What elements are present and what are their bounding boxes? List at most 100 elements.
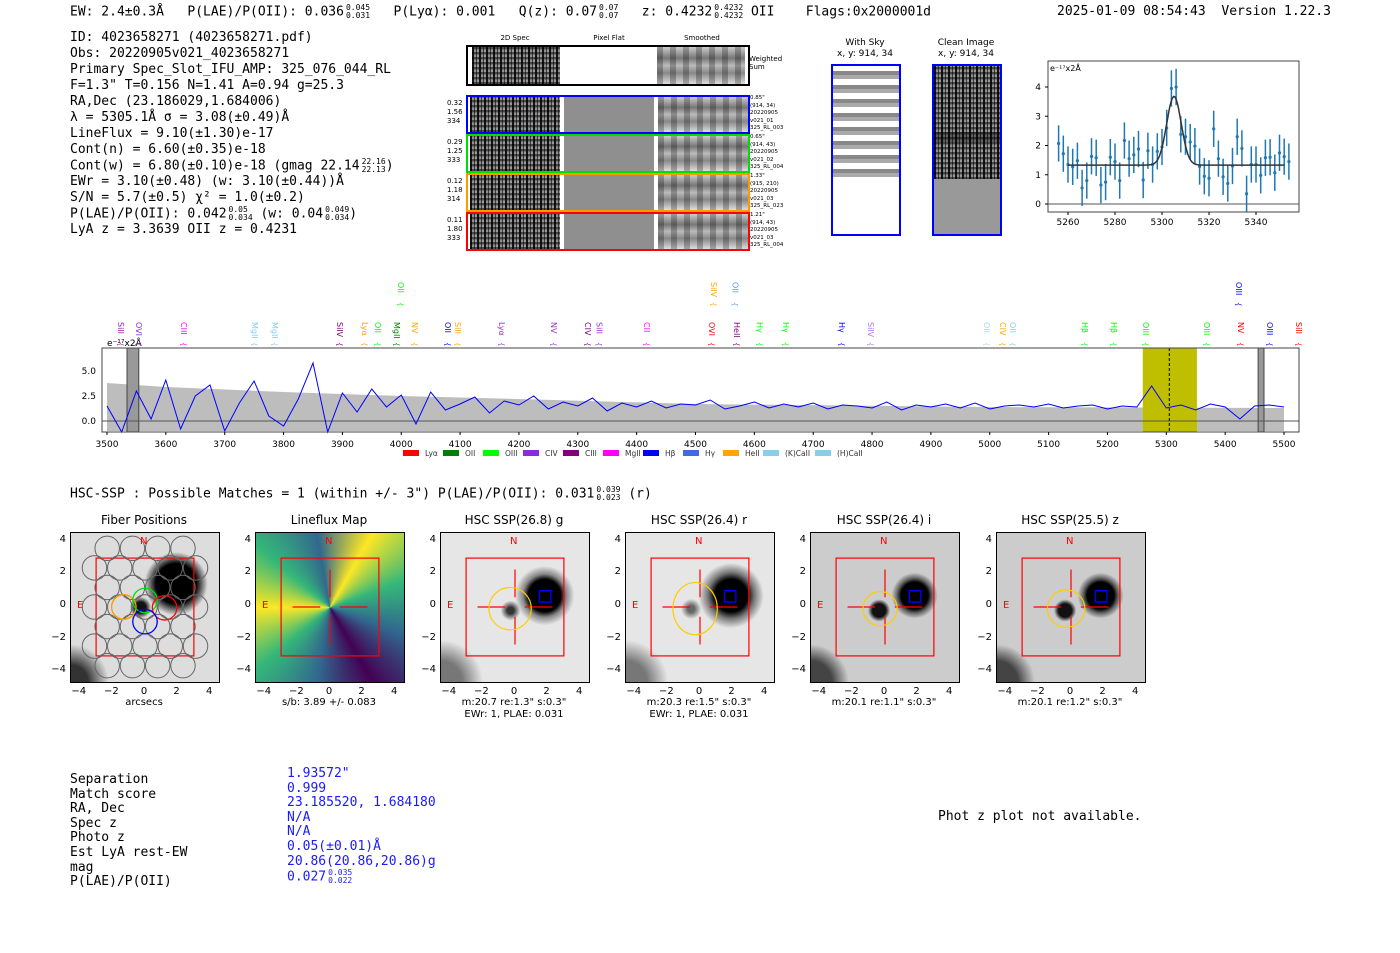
data-point <box>1216 157 1220 161</box>
emission-line-marker: { <box>781 342 789 346</box>
fiber-circle <box>144 535 171 562</box>
x-tick-label: 0 <box>325 686 333 697</box>
x-tick-label: 5340 <box>1245 218 1268 228</box>
legend-label: Hγ <box>705 449 716 458</box>
north-label: N <box>325 536 333 547</box>
east-label: E <box>1003 600 1010 611</box>
y-tick-label: 4 <box>59 533 66 545</box>
emission-line-label: NV <box>410 322 419 334</box>
match-label: Est LyA rest-EW <box>70 844 188 860</box>
y-tick-label: 0 <box>59 599 66 610</box>
cutout-title: HSC SSP(26.4) i <box>836 513 932 527</box>
source-ellipse <box>862 590 898 627</box>
y-tick-label: 0 <box>429 599 436 610</box>
x-tick-label: 4 <box>576 686 583 697</box>
x-tick-label: 2 <box>728 686 735 697</box>
emission-line-marker: { <box>642 342 650 346</box>
emission-line-label: CIV <box>998 322 1007 336</box>
x-tick-label: 3700 <box>213 440 236 450</box>
y-axis-label: e⁻¹⁷x2Å <box>1050 62 1081 73</box>
x-tick-label: 4500 <box>684 440 707 450</box>
legend-swatch <box>563 450 579 456</box>
x-tick-label: −4 <box>441 686 457 697</box>
emission-line-label: OVI <box>134 322 143 336</box>
emission-line-marker: { <box>1265 342 1273 346</box>
match-label: Match score <box>70 786 157 802</box>
x-tick-label: 4 <box>761 686 768 697</box>
cutout-overlay <box>280 557 380 657</box>
x-tick-label: 4 <box>1132 686 1139 697</box>
y-tick-label: −4 <box>977 664 992 676</box>
data-point <box>1245 192 1249 196</box>
emission-line-marker: { <box>1080 342 1088 346</box>
emission-line-marker: { <box>396 302 404 306</box>
emission-line-label: CIV <box>583 322 592 336</box>
match-label: mag <box>70 859 94 875</box>
emission-line-marker: { <box>410 342 418 346</box>
x-tick-label: 5260 <box>1057 218 1080 228</box>
emission-line-label: CII <box>642 322 651 332</box>
emission-line-label: OIII <box>1265 322 1274 335</box>
fiber-circle <box>94 535 120 562</box>
emission-line-label: OII <box>396 282 405 293</box>
cutout-caption: m:20.1 re:1.2" s:0.3" <box>1017 697 1123 708</box>
x-tick-label: 5320 <box>1198 218 1221 228</box>
source-ellipse <box>488 586 532 631</box>
y-tick-label: 2 <box>59 566 66 578</box>
east-label: E <box>632 600 639 611</box>
emission-line-marker: { <box>1294 342 1302 346</box>
match-value: N/A <box>287 809 311 825</box>
photz-note: Phot z plot not available. <box>938 809 1142 824</box>
x-tick-label: 3500 <box>96 440 119 450</box>
legend-swatch <box>683 450 699 456</box>
y-tick-label: 0 <box>1035 200 1041 210</box>
legend-label: HeII <box>745 449 760 458</box>
y-tick-label: −2 <box>236 631 251 643</box>
emission-line-marker: { <box>443 342 451 346</box>
data-point <box>1193 144 1197 148</box>
legend-swatch <box>603 450 619 456</box>
cutout-title: Lineflux Map <box>290 513 368 527</box>
catalog-match-marker <box>723 590 737 603</box>
data-point <box>1179 132 1183 136</box>
y-tick-label: 2 <box>799 566 806 578</box>
y-tick-label: 0 <box>799 599 806 610</box>
y-tick-label: 4 <box>614 533 621 545</box>
x-tick-label: −2 <box>659 686 674 697</box>
x-tick-label: 3800 <box>272 440 295 450</box>
data-point <box>1104 180 1108 184</box>
cutout-title: HSC SSP(26.8) g <box>464 513 564 527</box>
y-tick-label: 5.0 <box>82 367 97 377</box>
x-tick-label: −2 <box>1030 686 1045 697</box>
data-point <box>1127 157 1131 161</box>
x-tick-label: 4 <box>946 686 953 697</box>
legend-swatch <box>815 450 831 456</box>
emission-line-label: OII <box>373 322 382 333</box>
x-tick-label: 4000 <box>390 440 413 450</box>
emission-line-marker: { <box>1008 342 1016 346</box>
y-tick-label: −4 <box>421 664 436 676</box>
y-tick-label: 3 <box>1035 112 1041 122</box>
y-tick-label: −2 <box>51 631 66 643</box>
x-tick-label: 4 <box>206 686 213 697</box>
x-tick-label: 2 <box>1099 686 1106 697</box>
emission-line-marker: { <box>732 342 740 346</box>
emission-line-label: NV <box>549 322 558 334</box>
aperture-box <box>95 557 195 657</box>
legend-swatch <box>723 450 739 456</box>
masked-region <box>1257 347 1265 433</box>
emission-line-marker: { <box>707 342 715 346</box>
data-point <box>1263 156 1267 160</box>
data-point <box>1118 179 1122 183</box>
legend-label: OIII <box>505 449 518 458</box>
emission-line-label: OII <box>731 282 740 293</box>
emission-line-label: OIII <box>1202 322 1211 335</box>
emission-line-marker: { <box>1109 342 1117 346</box>
emission-line-label: Hγ <box>781 322 790 333</box>
y-tick-label: 2 <box>985 566 992 578</box>
data-point <box>1122 138 1126 143</box>
y-tick-label: 1 <box>1035 171 1041 181</box>
legend-label: Hβ <box>665 449 676 458</box>
match-value: 1.93572" <box>287 766 350 781</box>
legend-label: (K)CaII <box>785 449 810 458</box>
